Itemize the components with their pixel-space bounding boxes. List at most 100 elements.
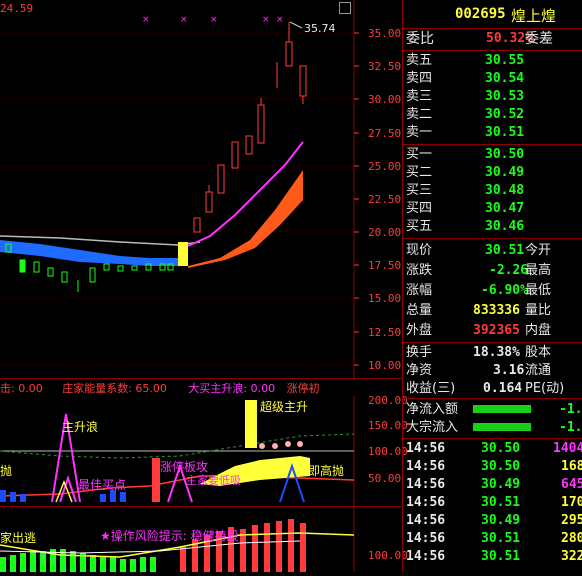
stat-label: 总量 xyxy=(406,303,433,318)
buy-label: 买二 xyxy=(406,165,433,180)
tick-price: 30.51 xyxy=(481,549,521,564)
sell-label: 卖四 xyxy=(406,71,433,86)
stat-label2: 量比 xyxy=(525,303,552,318)
svg-text:×: × xyxy=(262,15,270,25)
indicator-title-bar: 击: 0.00 庄家能量系数: 65.00 大买主升浪: 0.00 涨停初 xyxy=(0,380,354,396)
sell-label: 卖一 xyxy=(406,125,433,140)
tick-price: 30.50 xyxy=(481,459,521,474)
buy-price: 30.49 xyxy=(485,165,525,180)
stat2-value: 18.38% xyxy=(473,345,520,360)
risk-tip: ★操作风险提示: 稳健持股 xyxy=(100,529,239,543)
svg-text:×: × xyxy=(276,15,284,25)
tick-volume: 1404 xyxy=(553,441,582,456)
label-zuijia: 最佳买点 xyxy=(78,478,127,492)
sell-price: 30.54 xyxy=(485,71,525,86)
expand-icon[interactable] xyxy=(339,2,351,14)
buy-label: 买三 xyxy=(406,183,433,198)
tick-volume: 295 xyxy=(561,513,582,528)
buy-price: 30.46 xyxy=(485,219,525,234)
stat2-value: 3.16 xyxy=(493,363,525,378)
buy-label: 买一 xyxy=(406,147,433,162)
tick-time: 14:56 xyxy=(406,513,446,528)
price-axis-label: 25.00 xyxy=(368,160,402,173)
tick-time: 14:56 xyxy=(406,495,446,510)
orange-ribbon xyxy=(188,170,303,268)
indicator-chart[interactable]: 主升浪 超级主升 涨停板攻 最佳买点 主家要低吸 抛 即高抛 xyxy=(0,396,402,506)
sell-price: 30.51 xyxy=(485,125,525,140)
stat-label2: 最低 xyxy=(525,283,552,298)
price-axis-label: 30.00 xyxy=(368,93,402,106)
stat-label: 涨幅 xyxy=(406,283,433,298)
price-axis-label: 35.00 xyxy=(368,27,402,40)
label-jigao: 即高抛 xyxy=(308,464,345,478)
stat-label: 现价 xyxy=(406,243,433,258)
stat2-label2: 股本 xyxy=(525,345,552,360)
stat-value: -2.26 xyxy=(489,263,529,278)
sell-price: 30.55 xyxy=(485,53,525,68)
tick-volume: 170 xyxy=(561,495,582,510)
tick-time: 14:56 xyxy=(406,477,446,492)
label-chaoji: 超级主升 xyxy=(260,400,309,414)
stat-label: 涨跌 xyxy=(406,263,433,278)
buy-price: 30.48 xyxy=(485,183,525,198)
label-paozhi: 抛 xyxy=(0,464,13,478)
price-axis-label: 32.50 xyxy=(368,60,402,73)
tick-volume: 645 xyxy=(561,477,582,492)
svg-text:×: × xyxy=(210,15,218,25)
svg-text:×: × xyxy=(142,15,150,25)
flow-bar xyxy=(473,423,531,431)
indicator-title-4: 涨停初 xyxy=(286,382,320,395)
tick-price: 30.49 xyxy=(481,477,521,492)
stat2-label: 收益(三) xyxy=(406,381,456,396)
flow-value: -1.8 xyxy=(559,402,582,417)
tick-price: 30.50 xyxy=(481,441,521,456)
tick-volume: 168 xyxy=(561,459,582,474)
stock-code: 002695 xyxy=(455,6,506,22)
yellow-marker xyxy=(178,242,188,266)
buy-label: 买五 xyxy=(406,219,433,234)
sell-label: 卖三 xyxy=(406,89,433,104)
label-zhucang: 主家要低吸 xyxy=(186,474,241,487)
sell-label: 卖五 xyxy=(406,53,433,68)
flow-label: 净流入额 xyxy=(406,402,459,417)
tick-time: 14:56 xyxy=(406,531,446,546)
stock-name: 煌上煌 xyxy=(511,7,557,25)
tick-time: 14:56 xyxy=(406,441,446,456)
buy-price: 30.47 xyxy=(485,201,525,216)
stat-label2: 内盘 xyxy=(525,323,552,338)
kline-chart[interactable]: × × × × × 24.59 35.74 xyxy=(0,0,402,380)
indicator-axis-label: 50.00 xyxy=(368,472,402,485)
stat-value: 30.51 xyxy=(485,243,525,258)
weibi-label: 委比 xyxy=(406,31,434,47)
tick-time: 14:56 xyxy=(406,549,446,564)
tick-price: 30.51 xyxy=(481,531,521,546)
flow-value: -1.4 xyxy=(559,420,582,435)
stat-label2: 今开 xyxy=(525,243,552,258)
sell-label: 卖二 xyxy=(406,107,433,122)
price-axis-label: 22.50 xyxy=(368,193,402,206)
bottom-indicator-chart[interactable]: 家出逃 ★操作风险提示: 稳健持股 100.00 xyxy=(0,507,408,572)
stat-value: -6.90% xyxy=(481,283,528,298)
stat2-label2: 流通 xyxy=(525,363,552,378)
price-axis-label: 10.00 xyxy=(368,359,402,372)
tick-volume: 280 xyxy=(561,531,582,546)
magenta-line xyxy=(187,141,304,247)
price-axis-label: 20.00 xyxy=(368,226,402,239)
flow-label: 大宗流入 xyxy=(406,420,459,435)
stat-label2: 最高 xyxy=(525,263,552,278)
sell-price: 30.52 xyxy=(485,107,525,122)
flow-bar xyxy=(473,405,531,413)
price-axis-label: 12.50 xyxy=(368,326,402,339)
stat-value: 833336 xyxy=(473,303,520,318)
price-axis-label: 27.50 xyxy=(368,127,402,140)
quote-panel: 002695 煌上煌 委比 50.32% 委差 卖五 30.55 卖四 30.5… xyxy=(402,0,582,572)
stock-header: 002695 煌上煌 xyxy=(403,0,582,29)
tick-price: 30.49 xyxy=(481,513,521,528)
tick-time: 14:56 xyxy=(406,459,446,474)
stat-label: 外盘 xyxy=(406,323,433,338)
buy-label: 买四 xyxy=(406,201,433,216)
buy-price: 30.50 xyxy=(485,147,525,162)
high-price-marker: 35.74 xyxy=(304,22,336,35)
indicator-svg xyxy=(0,396,355,506)
svg-text:×: × xyxy=(180,15,188,25)
